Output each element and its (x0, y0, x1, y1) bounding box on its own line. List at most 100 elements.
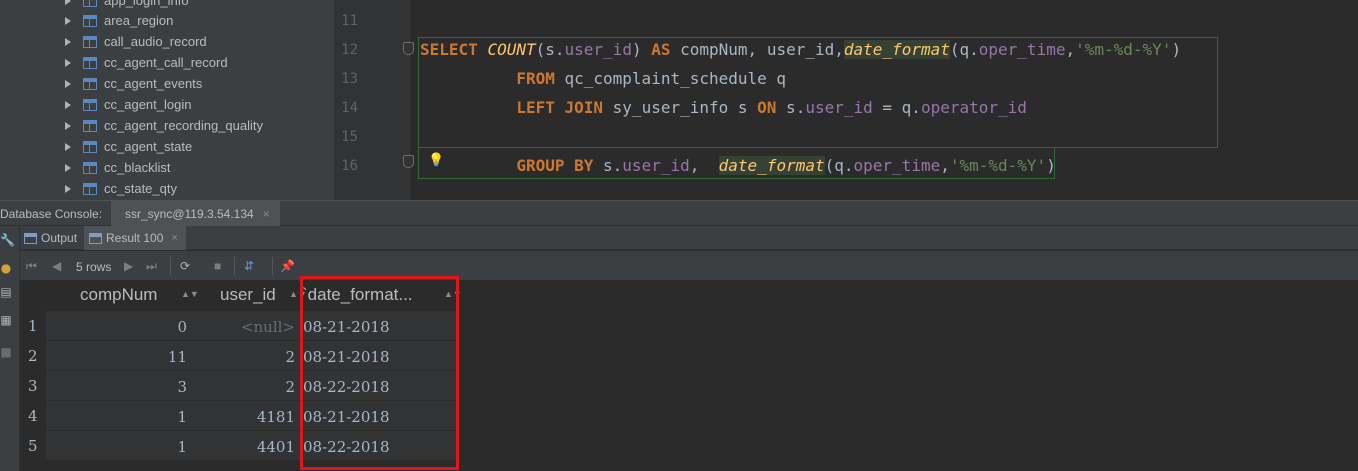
result-grid[interactable]: compNum ▲▼ user_id ▲▼ `date_format... ▲▼… (20, 276, 1358, 471)
close-icon[interactable]: × (171, 232, 177, 244)
row-count-label[interactable]: 5 rows (76, 260, 111, 274)
expand-arrow-icon[interactable] (65, 79, 71, 88)
expand-arrow-icon[interactable] (65, 58, 71, 67)
code-text: = q. (872, 98, 921, 117)
editor-gutter: 11 12 13 14 15 16 (334, 0, 410, 200)
cell-user-id[interactable]: 4401 (192, 431, 295, 461)
code-line-13: FROM qc_complaint_schedule q (420, 69, 786, 88)
sql-keyword: LEFT JOIN (516, 98, 604, 117)
wrench-icon[interactable]: 🔧 (0, 234, 15, 246)
tab-label: Result 100 (106, 231, 164, 245)
settings-icon[interactable]: ▤ (0, 286, 12, 298)
toolbar-divider (272, 257, 273, 275)
code-text: user_id (766, 40, 835, 59)
column-header-compnum[interactable]: compNum ▲▼ (46, 281, 199, 311)
console-tab-label: ssr_sync@119.3.54.134 (125, 207, 254, 221)
transaction-mode-icon[interactable]: ⇵ (244, 259, 254, 273)
layout-icon[interactable]: ▦ (0, 314, 12, 326)
console-side-toolbar: 🔧 ● ▤ ▦ ■ (0, 226, 20, 471)
cell-compnum[interactable]: 11 (46, 341, 187, 371)
line-number: 14 (341, 100, 358, 116)
last-page-icon[interactable]: ⏭ (146, 259, 157, 273)
line-number: 15 (341, 129, 358, 145)
pause-icon[interactable]: ● (0, 262, 12, 274)
code-text: ) (631, 40, 652, 59)
cell-user-id[interactable]: 2 (192, 341, 295, 371)
expand-arrow-icon[interactable] (65, 184, 71, 193)
fold-marker-icon[interactable] (403, 155, 414, 168)
expand-arrow-icon[interactable] (65, 100, 71, 109)
tree-item-table[interactable]: cc_agent_recording_quality (0, 115, 334, 136)
next-page-icon[interactable]: ▶ (124, 259, 133, 273)
tree-item-table[interactable]: cc_agent_events (0, 73, 334, 94)
expand-arrow-icon[interactable] (65, 37, 71, 46)
expand-arrow-icon[interactable] (65, 142, 71, 151)
row-number[interactable]: 4 (20, 401, 46, 431)
console-title: Database Console: (0, 207, 103, 221)
previous-page-icon[interactable]: ◀ (52, 259, 61, 273)
table-icon (83, 140, 97, 153)
tree-item-table[interactable]: cc_blacklist (0, 157, 334, 178)
expand-arrow-icon[interactable] (65, 16, 71, 25)
code-line-14: LEFT JOIN sy_user_info s ON s.user_id = … (420, 98, 1027, 117)
tree-item-label: cc_agent_state (104, 139, 193, 154)
expand-arrow-icon[interactable] (65, 163, 71, 172)
row-number[interactable]: 5 (20, 431, 46, 461)
column-header-user-id[interactable]: user_id ▲▼ (192, 281, 307, 311)
sql-column: oper_time (853, 156, 941, 175)
table-icon (83, 56, 97, 69)
code-text: compNum, (670, 40, 767, 59)
result-toolbar: ⏮ ◀ 5 rows ▶ ⏭ ⟳ ■ ⇵ 📌 (20, 251, 1358, 281)
table-icon (83, 98, 97, 111)
cancel-query-icon[interactable]: ■ (214, 259, 221, 273)
cell-user-id[interactable]: 4181 (192, 401, 295, 431)
sql-keyword: AS (651, 40, 671, 59)
sql-editor[interactable]: 💡 SELECT COUNT(s.user_id) AS compNum, us… (403, 0, 1358, 200)
code-text: , (940, 156, 950, 175)
cell-compnum[interactable]: 0 (46, 311, 187, 341)
console-session-tab[interactable]: ssr_sync@119.3.54.134 × (111, 201, 280, 226)
fold-marker-icon[interactable] (403, 42, 414, 55)
cell-user-id[interactable]: <null> (192, 311, 295, 341)
tree-item-table[interactable]: cc_agent_call_record (0, 52, 334, 73)
first-page-icon[interactable]: ⏮ (26, 259, 37, 273)
tree-item-label: cc_state_qty (104, 181, 177, 196)
code-text: , (689, 156, 719, 175)
tree-item-table[interactable]: cc_agent_login (0, 94, 334, 115)
code-text: qc_complaint_schedule q (554, 69, 787, 88)
database-tree: app_login_info area_region call_audio_re… (0, 0, 334, 200)
tab-result[interactable]: Result 100 × (84, 226, 186, 250)
sql-column: operator_id (920, 98, 1027, 117)
row-number[interactable]: 2 (20, 341, 46, 371)
tree-item-table[interactable]: call_audio_record (0, 31, 334, 52)
stop-icon[interactable]: ■ (0, 346, 12, 358)
line-number: 11 (341, 13, 358, 29)
cell-compnum[interactable]: 1 (46, 401, 187, 431)
cell-compnum[interactable]: 3 (46, 371, 187, 401)
tree-item-table[interactable]: cc_state_qty (0, 178, 334, 199)
code-text: , (1065, 40, 1076, 59)
tree-item-table[interactable]: cc_agent_state (0, 136, 334, 157)
expand-arrow-icon[interactable] (65, 0, 71, 5)
cell-user-id[interactable]: 2 (192, 371, 295, 401)
tab-output[interactable]: Output (22, 226, 83, 250)
expand-arrow-icon[interactable] (65, 121, 71, 130)
refresh-icon[interactable]: ⟳ (180, 259, 190, 273)
tree-item-label: cc_agent_events (104, 76, 203, 91)
row-number[interactable]: 1 (20, 311, 46, 341)
code-line-16: GROUP BY s.user_id, date_format(q.oper_t… (420, 156, 1056, 175)
sql-keyword: GROUP BY (516, 156, 594, 175)
tree-item-label: call_audio_record (104, 34, 207, 49)
row-number[interactable]: 3 (20, 371, 46, 401)
code-text: (q. (824, 156, 854, 175)
line-number: 12 (341, 42, 358, 58)
column-header-label: user_id (220, 285, 276, 304)
pin-icon[interactable]: 📌 (280, 259, 295, 273)
result-tab-bar: Output Result 100 × (20, 226, 1358, 250)
sql-function: date_format (718, 156, 825, 175)
tree-item-label: cc_agent_login (104, 97, 192, 112)
cell-compnum[interactable]: 1 (46, 431, 187, 461)
toolbar-divider (234, 257, 235, 275)
close-icon[interactable]: × (263, 207, 270, 221)
tree-item-table[interactable]: area_region (0, 10, 334, 31)
